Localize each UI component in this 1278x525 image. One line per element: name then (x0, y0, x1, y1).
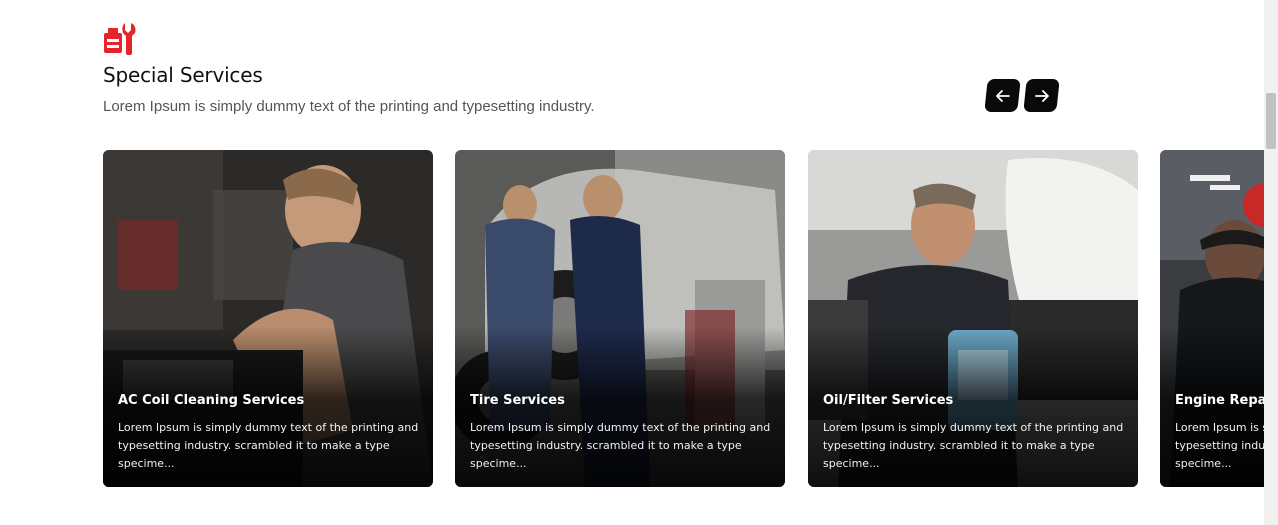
card-description: Lorem Ipsum is simply dummy text of the … (470, 421, 771, 470)
card-title: AC Coil Cleaning Services (118, 393, 305, 408)
card-description: Lorem Ipsum is simply dummy text of the … (1175, 421, 1264, 470)
arrow-right-icon (1034, 89, 1049, 102)
service-card[interactable]: Oil/Filter Services Lorem Ipsum is simpl… (808, 150, 1138, 487)
service-card[interactable]: Tire Services Lorem Ipsum is simply dumm… (455, 150, 785, 487)
mechanic-wrench-icon (103, 22, 137, 56)
card-description: Lorem Ipsum is simply dummy text of the … (823, 421, 1124, 470)
carousel-prev-button[interactable] (984, 79, 1021, 112)
card-description: Lorem Ipsum is simply dummy text of the … (118, 421, 419, 470)
card-title: Tire Services (470, 393, 565, 408)
section-subtitle: Lorem Ipsum is simply dummy text of the … (103, 98, 595, 115)
carousel-next-button[interactable] (1023, 79, 1060, 112)
service-card[interactable]: AC Coil Cleaning Services Lorem Ipsum is… (103, 150, 433, 487)
section-title: Special Services (103, 63, 263, 87)
page-scrollbar[interactable] (1264, 0, 1278, 525)
card-title: Oil/Filter Services (823, 393, 954, 408)
services-carousel: AC Coil Cleaning Services Lorem Ipsum is… (103, 150, 1264, 487)
arrow-left-icon (995, 89, 1010, 102)
card-title: Engine Repair (1175, 393, 1264, 408)
scrollbar-thumb[interactable] (1266, 93, 1276, 149)
service-card[interactable]: Engine Repair Lorem Ipsum is simply dumm… (1160, 150, 1264, 487)
